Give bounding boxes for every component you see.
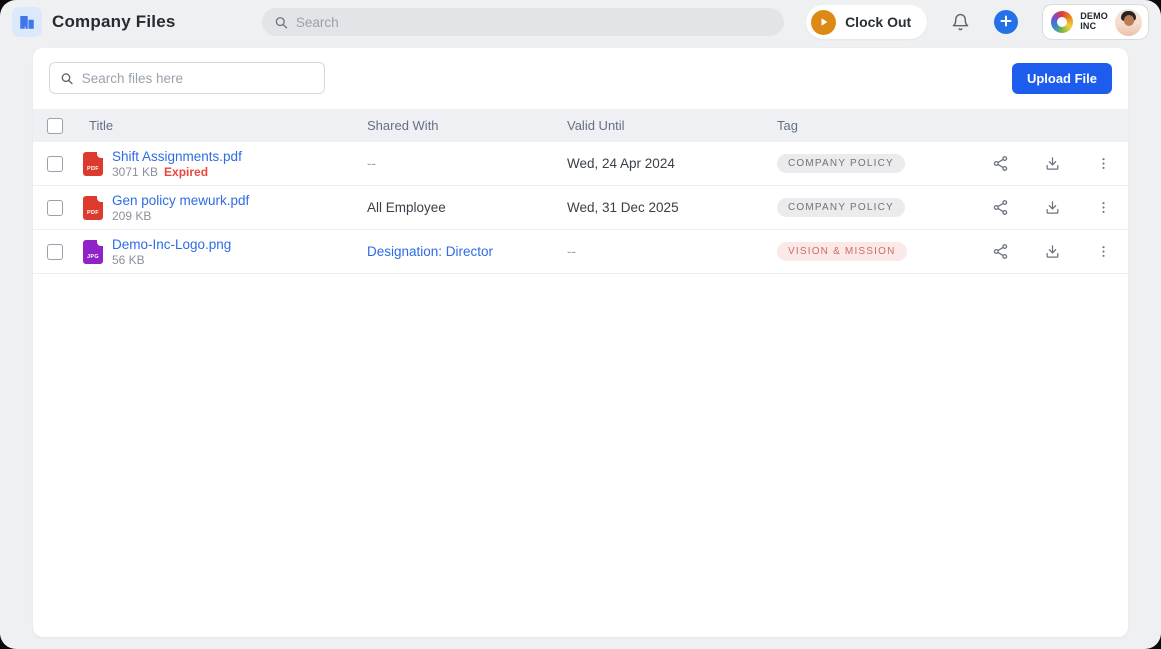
- select-all-checkbox[interactable]: [47, 117, 63, 134]
- column-tag: Tag: [777, 118, 798, 133]
- download-icon: [1046, 157, 1059, 170]
- share-button[interactable]: [992, 155, 1009, 172]
- file-title-link[interactable]: Shift Assignments.pdf: [112, 149, 242, 164]
- app-window: Company Files Clock Out: [0, 0, 1161, 649]
- share-icon: [993, 200, 1008, 215]
- download-button[interactable]: [1044, 199, 1061, 216]
- kebab-menu-icon: [1102, 202, 1105, 213]
- table-header: Title Shared With Valid Until Tag: [33, 109, 1128, 142]
- pdf-file-icon: PDF: [83, 195, 103, 220]
- file-title-link[interactable]: Demo-Inc-Logo.png: [112, 237, 231, 252]
- shared-with-link[interactable]: Designation: Director: [367, 244, 493, 259]
- play-icon: [811, 9, 837, 35]
- tag-badge: COMPANY POLICY: [777, 154, 905, 173]
- row-checkbox[interactable]: [47, 155, 63, 172]
- global-search-input[interactable]: [295, 14, 772, 30]
- file-title-link[interactable]: Gen policy mewurk.pdf: [112, 193, 249, 208]
- file-size: 56 KB: [112, 252, 145, 267]
- status-badge: Expired: [164, 164, 209, 179]
- more-options-button[interactable]: [1096, 156, 1111, 171]
- share-button[interactable]: [992, 243, 1009, 260]
- top-right-actions: Clock Out DEMO INC: [806, 4, 1149, 40]
- global-search[interactable]: [261, 8, 784, 36]
- search-icon: [61, 72, 73, 84]
- upload-file-button[interactable]: Upload File: [1011, 62, 1112, 94]
- image-file-icon: JPG: [83, 239, 103, 264]
- kebab-menu-icon: [1102, 246, 1105, 257]
- files-toolbar: Upload File: [33, 48, 1128, 106]
- download-icon: [1046, 201, 1059, 214]
- file-size: 209 KB: [112, 208, 152, 223]
- file-size: 3071 KB: [112, 164, 159, 179]
- download-button[interactable]: [1044, 243, 1061, 260]
- shared-with-value: All Employee: [367, 200, 446, 215]
- avatar[interactable]: [1115, 8, 1142, 36]
- pdf-file-icon: PDF: [83, 151, 103, 176]
- clock-out-label: Clock Out: [845, 14, 912, 30]
- company-logo-icon: [1051, 11, 1074, 33]
- table-row: JPG Demo-Inc-Logo.png 56 KB Designation:…: [33, 230, 1128, 274]
- company-switcher[interactable]: DEMO INC: [1042, 4, 1149, 40]
- kebab-menu-icon: [1102, 158, 1105, 169]
- page-title: Company Files: [52, 12, 176, 31]
- shared-with-value: --: [367, 156, 376, 171]
- tag-badge: COMPANY POLICY: [777, 198, 905, 217]
- valid-until-value: Wed, 24 Apr 2024: [567, 156, 675, 171]
- top-header: Company Files Clock Out: [0, 0, 1161, 44]
- more-options-button[interactable]: [1096, 200, 1111, 215]
- plus-icon: [1000, 15, 1012, 27]
- notifications-button[interactable]: [951, 13, 970, 32]
- column-shared-with: Shared With: [367, 118, 439, 133]
- row-checkbox[interactable]: [47, 243, 63, 260]
- file-search-input[interactable]: [81, 70, 314, 86]
- valid-until-value: Wed, 31 Dec 2025: [567, 200, 679, 215]
- file-meta: 56 KB: [112, 253, 231, 267]
- company-name: DEMO INC: [1080, 11, 1108, 31]
- download-icon: [1046, 245, 1059, 258]
- table-row: PDF Gen policy mewurk.pdf 209 KB All Emp…: [33, 186, 1128, 230]
- bell-icon: [952, 13, 969, 30]
- share-icon: [993, 244, 1008, 259]
- row-checkbox[interactable]: [47, 199, 63, 216]
- table-row: PDF Shift Assignments.pdf 3071 KB Expire…: [33, 142, 1128, 186]
- search-icon: [275, 16, 287, 29]
- tag-badge: VISION & MISSION: [777, 242, 907, 261]
- file-meta: 209 KB: [112, 209, 249, 223]
- content-card: Upload File Title Shared With Valid Unti…: [33, 48, 1128, 637]
- building-icon: [20, 16, 34, 29]
- column-title: Title: [89, 118, 114, 133]
- valid-until-value: --: [567, 244, 576, 259]
- more-options-button[interactable]: [1096, 244, 1111, 259]
- share-button[interactable]: [992, 199, 1009, 216]
- file-search[interactable]: [49, 62, 325, 94]
- add-button[interactable]: [994, 10, 1019, 34]
- file-meta: 3071 KB Expired: [112, 165, 242, 179]
- column-valid-until: Valid Until: [567, 118, 625, 133]
- app-logo: [12, 7, 42, 37]
- download-button[interactable]: [1044, 155, 1061, 172]
- share-icon: [993, 156, 1008, 171]
- clock-out-button[interactable]: Clock Out: [806, 5, 928, 39]
